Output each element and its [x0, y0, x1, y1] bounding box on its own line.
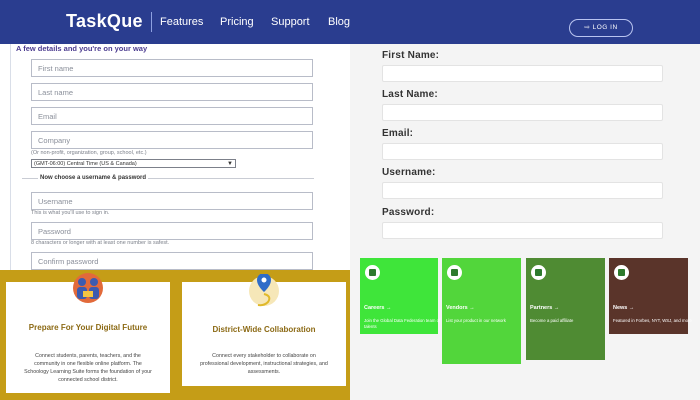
- nav-link-pricing[interactable]: Pricing: [220, 16, 254, 28]
- tile-title: Vendors →: [446, 305, 475, 311]
- briefcase-icon: [365, 265, 380, 280]
- features-band: Prepare For Your Digital Future Connect …: [0, 270, 350, 400]
- tile-vendors[interactable]: Vendors → List your product in our netwo…: [442, 258, 521, 364]
- tile-description: Become a paid affiliate: [530, 318, 574, 323]
- card-title: Prepare For Your Digital Future: [28, 323, 148, 332]
- form-heading: A few details and you're on your way: [16, 44, 148, 53]
- company-hint: (Or non-profit, organization, group, sch…: [31, 150, 147, 156]
- email-input[interactable]: Email: [31, 107, 313, 125]
- tile-title: News →: [613, 305, 635, 311]
- form-left-border: [10, 44, 11, 270]
- location-pin-icon: [249, 274, 279, 307]
- password-input[interactable]: Password: [31, 222, 313, 240]
- logo-divider: [151, 12, 152, 32]
- feature-card-collaboration: District-Wide Collaboration Connect ever…: [182, 274, 346, 386]
- card-description: Connect students, parents, teachers, and…: [24, 353, 152, 383]
- tile-description: List your product in our network: [446, 318, 506, 323]
- timezone-value: (GMT-06:00) Central Time (US & Canada): [34, 161, 137, 167]
- feature-card-digital-future: Prepare For Your Digital Future Connect …: [6, 273, 170, 393]
- username-field[interactable]: [382, 182, 663, 199]
- newspaper-icon: [614, 265, 629, 280]
- tile-news[interactable]: News → Featured in Forbes, NYT, WSJ, and…: [609, 258, 692, 334]
- people-icon: [73, 273, 103, 303]
- brand-logo[interactable]: TaskQue: [66, 11, 143, 32]
- tile-title: Partners →: [530, 305, 560, 311]
- top-navbar: TaskQue Features Pricing Support Blog ⇨ …: [0, 0, 700, 44]
- tile-description: Featured in Forbes, NYT, WSJ, and more: [613, 318, 692, 323]
- card-title: District-Wide Collaboration: [212, 325, 316, 334]
- first-name-label: First Name:: [382, 50, 440, 61]
- tile-partners[interactable]: Partners → Become a paid affiliate: [526, 258, 605, 360]
- email-label: Email:: [382, 128, 414, 139]
- login-label: LOG IN: [592, 24, 618, 31]
- tile-description: Join the Global Data Federation team of …: [364, 318, 441, 329]
- email-field[interactable]: [382, 143, 663, 160]
- tile-careers[interactable]: Careers → Join the Global Data Federatio…: [360, 258, 440, 334]
- store-icon: [447, 265, 462, 280]
- tile-title: Careers →: [364, 305, 392, 311]
- chevron-down-icon: ▼: [227, 161, 233, 167]
- handshake-icon: [531, 265, 546, 280]
- login-button[interactable]: ⇨ LOG IN: [569, 19, 633, 37]
- username-label: Username:: [382, 167, 436, 178]
- password-field[interactable]: [382, 222, 663, 239]
- last-name-field[interactable]: [382, 104, 663, 121]
- last-name-input[interactable]: Last name: [31, 83, 313, 101]
- company-input[interactable]: Company: [31, 131, 313, 149]
- first-name-field[interactable]: [382, 65, 663, 82]
- nav-link-support[interactable]: Support: [271, 16, 310, 28]
- last-name-label: Last Name:: [382, 89, 438, 100]
- confirm-password-input[interactable]: Confirm password: [31, 252, 313, 270]
- password-hint: 8 characters or longer with at least one…: [31, 240, 170, 246]
- nav-link-features[interactable]: Features: [160, 16, 203, 28]
- first-name-input[interactable]: First name: [31, 59, 313, 77]
- timezone-select[interactable]: (GMT-06:00) Central Time (US & Canada) ▼: [31, 159, 236, 168]
- card-description: Connect every stakeholder to collaborate…: [200, 353, 328, 375]
- nav-link-blog[interactable]: Blog: [328, 16, 350, 28]
- username-hint: This is what you'll use to sign in.: [31, 210, 110, 216]
- login-icon: ⇨: [584, 24, 593, 31]
- username-input[interactable]: Username: [31, 192, 313, 210]
- password-label: Password:: [382, 207, 435, 218]
- section-label: Now choose a username & password: [38, 175, 149, 181]
